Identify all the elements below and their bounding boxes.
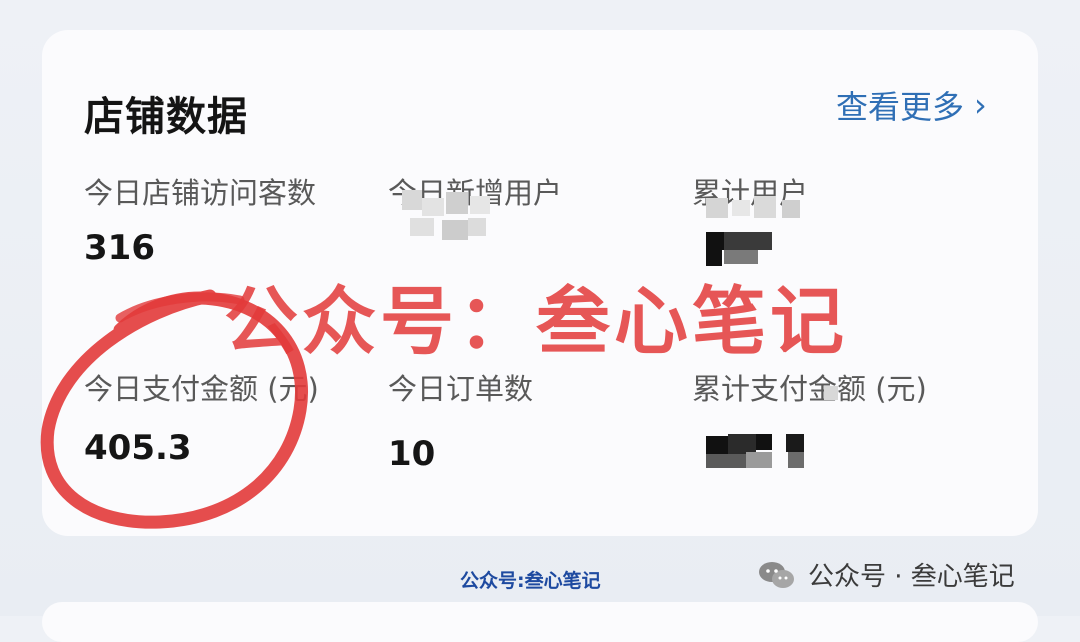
wechat-icon [759, 561, 794, 588]
footer-right-text: 公众号 · 叁心笔记 [808, 562, 1015, 592]
annotation-circle [40, 289, 308, 529]
footer-account-label: 公众号 · 叁心笔记 [758, 556, 1015, 593]
footer-center-text: 公众号:叁心笔记 [460, 570, 601, 592]
